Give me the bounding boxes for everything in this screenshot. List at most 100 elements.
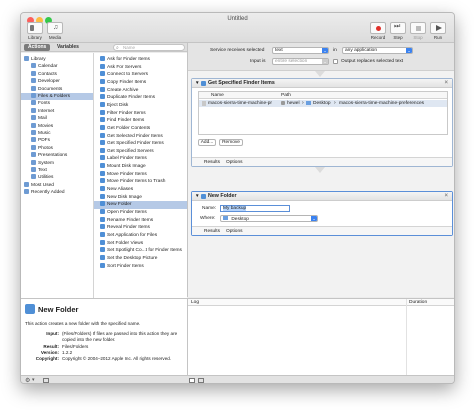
library-item-music[interactable]: Music — [21, 130, 93, 137]
library-item-label: Movies — [38, 123, 54, 129]
disclosure-triangle-icon[interactable]: ▾ — [196, 79, 199, 88]
action-item-filter-finder-items[interactable]: Filter Finder Items — [94, 109, 187, 118]
action-item-move-finder-items[interactable]: Move Finder Items — [94, 170, 187, 179]
run-button[interactable] — [430, 22, 446, 34]
library-item-internet[interactable]: Internet — [21, 107, 93, 115]
library-toggle-button[interactable] — [27, 22, 43, 34]
action-item-move-finder-items-to-trash[interactable]: Move Finder Items to Trash — [94, 178, 187, 186]
library-item-mail[interactable]: Mail — [21, 115, 93, 122]
disclosure-triangle-icon[interactable]: ▾ — [196, 192, 199, 201]
chevron-down-icon[interactable]: ▾ — [32, 377, 35, 383]
results-tab[interactable]: Results — [204, 158, 220, 167]
search-input[interactable]: ⌕ Name — [113, 44, 185, 51]
action-item-new-folder[interactable]: New Folder — [94, 201, 187, 209]
library-item-fonts[interactable]: Fonts — [21, 100, 93, 107]
output-replaces-checkbox[interactable] — [333, 59, 338, 64]
record-button[interactable] — [370, 22, 386, 34]
action-item-get-selected-finder-items[interactable]: Get Selected Finder Items — [94, 132, 187, 141]
action-item-set-application-for-files[interactable]: Set Application for Files — [94, 231, 187, 240]
close-action-icon[interactable]: × — [444, 192, 448, 201]
stop-label: Stop — [413, 35, 423, 40]
library-item-label: Calendar — [38, 64, 58, 70]
library-item-recently-added[interactable]: Recently Added — [21, 189, 93, 196]
library-item-utilities[interactable]: Utilities — [21, 174, 93, 181]
step-button[interactable]: ⏭ — [390, 22, 406, 34]
library-item-files-folders[interactable]: Files & Folders — [21, 93, 93, 101]
action-item-get-specified-servers[interactable]: Get Specified Servers — [94, 147, 187, 156]
tab-variables[interactable]: Variables — [53, 44, 83, 51]
column-header-name[interactable]: Name — [211, 93, 224, 98]
library-item-documents[interactable]: Documents — [21, 85, 93, 93]
version-value: 1.2.2 — [62, 350, 73, 355]
action-item-new-disk-image[interactable]: New Disk Image — [94, 193, 187, 202]
chevron-down-icon: ⌄ — [322, 59, 328, 64]
action-item-set-folder-views[interactable]: Set Folder Views — [94, 239, 187, 248]
finder-action-icon — [100, 78, 105, 84]
action-item-find-finder-items[interactable]: Find Finder Items — [94, 117, 187, 125]
action-item-mount-disk-image[interactable]: Mount Disk Image — [94, 163, 187, 171]
table-row[interactable]: macos-sierra-time-machine-pr hewel › Des… — [199, 100, 447, 107]
library-item-label: Music — [38, 131, 51, 136]
action-item-copy-finder-items[interactable]: Copy Finder Items — [94, 78, 187, 87]
library-item-photos[interactable]: Photos — [21, 144, 93, 152]
media-button[interactable]: ♫ — [47, 22, 63, 34]
finder-action-icon — [100, 63, 105, 69]
service-application-popup[interactable]: any application ⌄ — [342, 47, 413, 54]
column-header-path[interactable]: Path — [281, 93, 291, 98]
library-item-system[interactable]: System — [21, 159, 93, 167]
library-item-movies[interactable]: Movies — [21, 122, 93, 130]
library-item-presentations[interactable]: Presentations — [21, 152, 93, 159]
tab-actions[interactable]: Actions — [24, 44, 51, 51]
library-item-text[interactable]: Text — [21, 167, 93, 174]
input-is-popup[interactable]: entire selection ⌄ — [272, 58, 329, 65]
service-input-type-popup[interactable]: text ⌄ — [272, 47, 329, 54]
stop-button[interactable] — [410, 22, 426, 34]
action-item-label-finder-items[interactable]: Label Finder Items — [94, 155, 187, 163]
library-item-calendar[interactable]: Calendar — [21, 63, 93, 70]
action-item-get-specified-finder-items[interactable]: Get Specified Finder Items — [94, 140, 187, 148]
add-button[interactable]: Add... — [198, 139, 216, 146]
action-item-duplicate-finder-items[interactable]: Duplicate Finder Items — [94, 94, 187, 102]
action-item-rename-finder-items[interactable]: Rename Finder Items — [94, 216, 187, 225]
action-item-open-finder-items[interactable]: Open Finder Items — [94, 209, 187, 217]
list-view-icon[interactable] — [189, 378, 195, 383]
description-toggle-icon[interactable] — [43, 378, 49, 383]
action-item-ask-for-servers[interactable]: Ask For Servers — [94, 63, 187, 72]
action-item-eject-disk[interactable]: Eject Disk — [94, 101, 187, 110]
library-item-most-used[interactable]: Most Used — [21, 181, 93, 189]
where-popup[interactable]: Desktop ⌄ — [220, 215, 318, 222]
log-column-header[interactable]: Log — [191, 300, 199, 305]
gear-icon[interactable]: ⚙ — [25, 377, 30, 383]
library-item-developer[interactable]: Developer — [21, 78, 93, 85]
action-item-reveal-finder-items[interactable]: Reveal Finder Items — [94, 224, 187, 232]
action-get-specified-finder-items[interactable]: ▾ Get Specified Finder Items × Name Path… — [191, 78, 453, 167]
library-item-library[interactable]: Library — [21, 56, 93, 63]
action-description-panel: New Folder This action creates a new fol… — [21, 298, 187, 376]
action-item-set-the-desktop-picture[interactable]: Set the Desktop Picture — [94, 254, 187, 263]
action-item-get-folder-contents[interactable]: Get Folder Contents — [94, 124, 187, 133]
folder-name-field[interactable]: My backup — [220, 205, 290, 212]
duration-column-header[interactable]: Duration — [409, 300, 427, 305]
action-item-create-archive[interactable]: Create Archive — [94, 86, 187, 95]
finder-action-icon — [100, 262, 105, 268]
close-action-icon[interactable]: × — [444, 79, 448, 88]
action-item-sort-finder-items[interactable]: Sort Finder Items — [94, 262, 187, 271]
remove-button[interactable]: Remove — [219, 139, 243, 146]
options-tab[interactable]: Options — [226, 158, 243, 167]
pdfs-icon — [31, 137, 36, 143]
action-item-new-aliases[interactable]: New Aliases — [94, 186, 187, 194]
options-tab[interactable]: Options — [226, 227, 243, 236]
log-view-icon[interactable] — [198, 378, 204, 383]
library-icon — [24, 56, 29, 61]
action-new-folder[interactable]: ▾ New Folder × Name: My backup Where: De… — [191, 191, 453, 236]
finder-action-icon — [100, 56, 105, 61]
action-item-label: Move Finder Items to Trash — [107, 179, 166, 185]
results-tab[interactable]: Results — [204, 227, 220, 236]
window-title: Untitled — [227, 16, 248, 22]
library-item-pdfs[interactable]: PDFs — [21, 137, 93, 144]
input-is-label: Input is — [250, 59, 266, 64]
action-item-set-spotlight-co-t-for-finder-items[interactable]: Set Spotlight Co...t for Finder Items — [94, 247, 187, 255]
action-item-connect-to-servers[interactable]: Connect to Servers — [94, 71, 187, 79]
action-item-ask-for-finder-items[interactable]: Ask for Finder Items — [94, 56, 187, 64]
library-item-contacts[interactable]: Contacts — [21, 70, 93, 78]
